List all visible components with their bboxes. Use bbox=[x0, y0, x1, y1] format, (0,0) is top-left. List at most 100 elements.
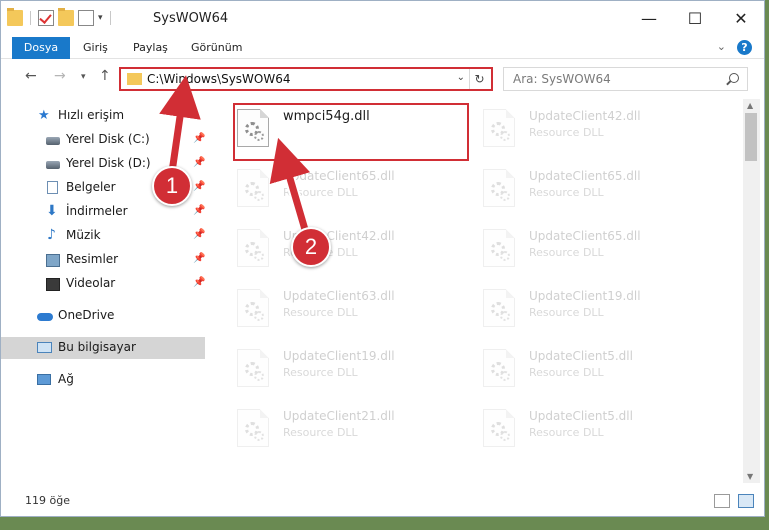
file-name: UpdateClient21.dll bbox=[283, 409, 395, 423]
folder-icon bbox=[127, 73, 142, 85]
search-box[interactable]: Ara: SysWOW64 bbox=[503, 67, 748, 91]
dll-file-icon bbox=[483, 289, 515, 327]
navigation-pane: ★ Hızlı erişim Yerel Disk (C:) 📌 Yerel D… bbox=[1, 99, 211, 484]
address-path[interactable]: C:\Windows\SysWOW64 bbox=[147, 72, 291, 86]
network-icon bbox=[37, 374, 51, 385]
vertical-scrollbar[interactable]: ▲ ▼ bbox=[743, 99, 760, 483]
file-type: Resource DLL bbox=[529, 186, 604, 199]
pin-icon[interactable]: 📌 bbox=[193, 205, 205, 216]
ribbon-tabs: Dosya Giriş Paylaş Görünüm ⌄ ? bbox=[1, 37, 764, 59]
details-view-icon[interactable] bbox=[714, 494, 730, 508]
step-badge-1: 1 bbox=[152, 166, 192, 206]
refresh-icon[interactable]: ↻ bbox=[469, 69, 489, 89]
minimize-button[interactable]: — bbox=[626, 1, 672, 35]
computer-icon bbox=[37, 342, 52, 353]
music-icon: ♪ bbox=[47, 227, 56, 243]
pin-icon[interactable]: 📌 bbox=[193, 133, 205, 144]
address-bar[interactable]: C:\Windows\SysWOW64 ⌄ ↻ bbox=[119, 67, 493, 91]
tiles-view-icon[interactable] bbox=[738, 494, 754, 508]
sidebar-item-quick-access[interactable]: ★ Hızlı erişim bbox=[1, 105, 205, 127]
sidebar-item-onedrive[interactable]: OneDrive bbox=[1, 305, 205, 327]
close-button[interactable]: ✕ bbox=[718, 1, 764, 35]
file-tile[interactable]: UpdateClient19.dll Resource DLL bbox=[479, 283, 719, 339]
window-controls: — ☐ ✕ bbox=[626, 1, 764, 35]
sidebar-item-music[interactable]: ♪ Müzik 📌 bbox=[1, 225, 205, 247]
file-name: UpdateClient19.dll bbox=[283, 349, 395, 363]
sidebar-item-network[interactable]: Ağ bbox=[1, 369, 205, 391]
pin-icon[interactable]: 📌 bbox=[193, 181, 205, 192]
dll-file-icon bbox=[237, 229, 269, 267]
file-name: UpdateClient65.dll bbox=[529, 169, 641, 183]
tab-share[interactable]: Paylaş bbox=[133, 37, 168, 59]
sidebar-item-label: Hızlı erişim bbox=[58, 108, 125, 122]
file-tile[interactable]: UpdateClient63.dll Resource DLL bbox=[233, 283, 473, 339]
file-type: Resource DLL bbox=[283, 426, 358, 439]
file-type: Resource DLL bbox=[283, 366, 358, 379]
dll-file-icon bbox=[483, 229, 515, 267]
scroll-thumb[interactable] bbox=[745, 113, 757, 161]
tab-home[interactable]: Giriş bbox=[83, 37, 108, 59]
back-arrow-icon[interactable]: ← bbox=[25, 68, 37, 84]
recent-locations-icon[interactable]: ▾ bbox=[81, 72, 86, 82]
star-icon: ★ bbox=[38, 108, 50, 123]
help-icon[interactable]: ? bbox=[737, 40, 752, 55]
forward-arrow-icon[interactable]: → bbox=[54, 68, 66, 84]
chevron-down-icon[interactable]: ⌄ bbox=[457, 72, 465, 83]
file-name: UpdateClient65.dll bbox=[283, 169, 395, 183]
disk-icon bbox=[46, 161, 60, 169]
explorer-window: ▾ SysWOW64 — ☐ ✕ Dosya Giriş Paylaş Görü… bbox=[0, 0, 765, 517]
properties-check-icon[interactable] bbox=[38, 10, 54, 26]
file-list: wmpci54g.dll UpdateClient65.dll Resource… bbox=[215, 99, 741, 484]
toolbar-separator bbox=[109, 11, 111, 25]
sidebar-item-label: Bu bilgisayar bbox=[58, 340, 136, 354]
pin-icon[interactable]: 📌 bbox=[193, 253, 205, 264]
file-type: Resource DLL bbox=[529, 246, 604, 259]
expand-ribbon-icon[interactable]: ⌄ bbox=[717, 40, 726, 53]
file-type: Resource DLL bbox=[283, 186, 358, 199]
file-tile[interactable]: UpdateClient5.dll Resource DLL bbox=[479, 343, 719, 399]
sidebar-item-label: Yerel Disk (C:) bbox=[66, 132, 150, 146]
dll-file-icon bbox=[483, 169, 515, 207]
file-tile[interactable]: UpdateClient19.dll Resource DLL bbox=[233, 343, 473, 399]
properties-icon[interactable] bbox=[78, 10, 94, 26]
sidebar-item-pictures[interactable]: Resimler 📌 bbox=[1, 249, 205, 271]
file-name: UpdateClient5.dll bbox=[529, 409, 633, 423]
dll-file-icon bbox=[483, 109, 515, 147]
sidebar-item-this-pc[interactable]: Bu bilgisayar bbox=[1, 337, 205, 359]
file-type: Resource DLL bbox=[529, 366, 604, 379]
new-folder-icon[interactable] bbox=[58, 8, 74, 26]
file-type: Resource DLL bbox=[283, 306, 358, 319]
pin-icon[interactable]: 📌 bbox=[193, 229, 205, 240]
sidebar-item-label: Belgeler bbox=[66, 180, 116, 194]
file-tile[interactable]: UpdateClient65.dll Resource DLL bbox=[479, 223, 719, 279]
customize-toolbar-icon[interactable]: ▾ bbox=[98, 13, 103, 23]
file-name: UpdateClient63.dll bbox=[283, 289, 395, 303]
search-icon[interactable] bbox=[729, 73, 739, 83]
download-icon: ⬇ bbox=[46, 203, 58, 219]
file-tile[interactable]: UpdateClient21.dll Resource DLL bbox=[233, 403, 473, 459]
file-tile[interactable]: UpdateClient5.dll Resource DLL bbox=[479, 403, 719, 459]
dll-file-icon bbox=[483, 349, 515, 387]
sidebar-item-disk-c[interactable]: Yerel Disk (C:) 📌 bbox=[1, 129, 205, 151]
up-arrow-icon[interactable]: ↑ bbox=[99, 68, 111, 84]
sidebar-item-label: Yerel Disk (D:) bbox=[66, 156, 151, 170]
pin-icon[interactable]: 📌 bbox=[193, 277, 205, 288]
quick-access-toolbar: ▾ bbox=[7, 8, 114, 26]
title-bar: ▾ SysWOW64 — ☐ ✕ bbox=[1, 1, 764, 37]
sidebar-item-label: İndirmeler bbox=[66, 204, 128, 218]
file-tile[interactable]: UpdateClient65.dll Resource DLL bbox=[479, 163, 719, 219]
scroll-down-icon[interactable]: ▼ bbox=[747, 472, 753, 481]
dll-file-icon bbox=[237, 349, 269, 387]
pin-icon[interactable]: 📌 bbox=[193, 157, 205, 168]
tab-file[interactable]: Dosya bbox=[12, 37, 70, 59]
maximize-button[interactable]: ☐ bbox=[672, 1, 718, 35]
tab-view[interactable]: Görünüm bbox=[191, 37, 242, 59]
file-name: UpdateClient19.dll bbox=[529, 289, 641, 303]
file-tile[interactable]: UpdateClient42.dll Resource DLL bbox=[233, 223, 473, 279]
search-placeholder[interactable]: Ara: SysWOW64 bbox=[513, 72, 611, 86]
scroll-up-icon[interactable]: ▲ bbox=[747, 101, 753, 110]
file-tile[interactable]: UpdateClient65.dll Resource DLL bbox=[233, 163, 473, 219]
dll-file-icon bbox=[237, 289, 269, 327]
sidebar-item-videos[interactable]: Videolar 📌 bbox=[1, 273, 205, 295]
file-tile[interactable]: UpdateClient42.dll Resource DLL bbox=[479, 103, 719, 159]
